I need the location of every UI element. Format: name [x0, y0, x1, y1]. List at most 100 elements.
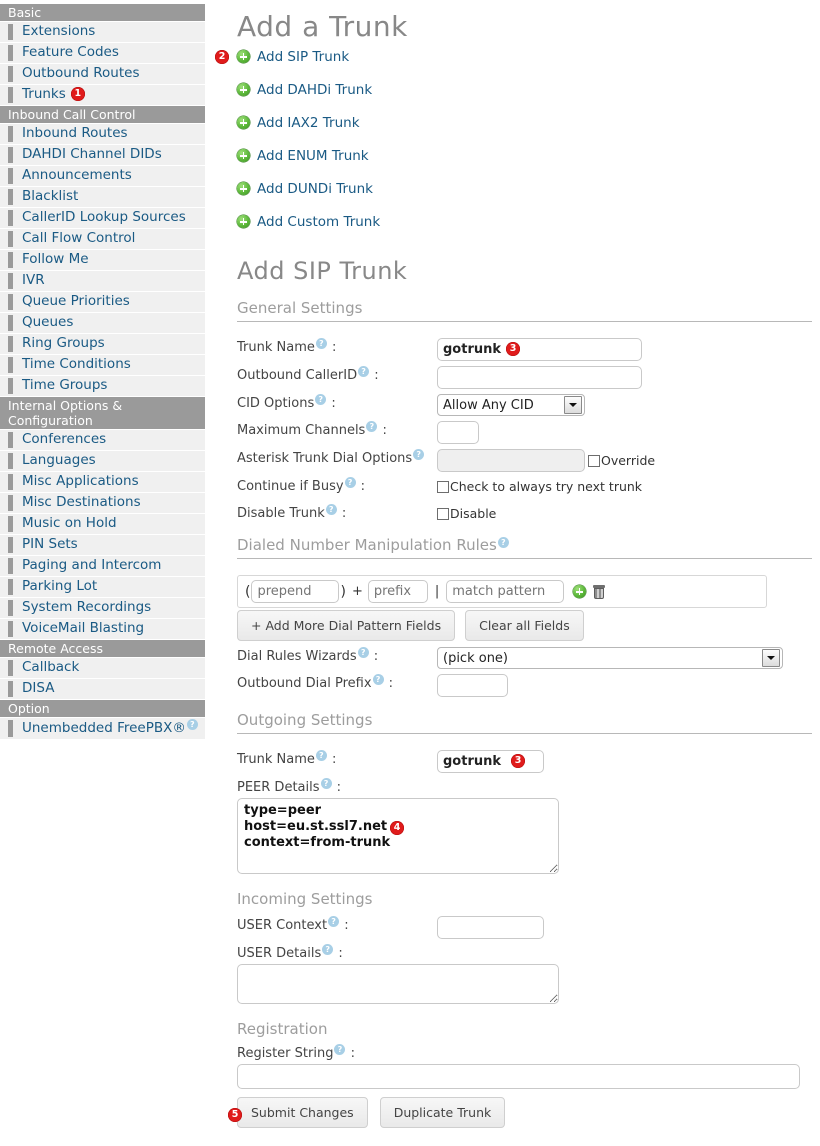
outbound-dial-prefix-label: Outbound Dial Prefix? : — [237, 674, 394, 691]
clear-all-fields-button[interactable]: Clear all Fields — [465, 610, 584, 641]
help-icon[interactable]: ? — [315, 750, 327, 761]
sidebar-item-trunks[interactable]: Trunks 1 — [0, 85, 205, 106]
help-icon[interactable]: ? — [344, 477, 356, 488]
help-icon[interactable]: ? — [186, 719, 198, 730]
help-icon[interactable]: ? — [328, 916, 340, 927]
peer-details-block: PEER Details? : 4 — [237, 778, 812, 878]
sidebar-item-time-conditions[interactable]: Time Conditions — [0, 355, 205, 376]
sidebar-item-follow-me[interactable]: Follow Me — [0, 250, 205, 271]
sidebar-item-languages[interactable]: Languages — [0, 451, 205, 472]
add-custom-trunk-link[interactable]: Add Custom Trunk — [257, 214, 380, 230]
plus-circle-icon[interactable] — [237, 215, 250, 228]
disable-checkbox-label: Disable — [450, 506, 497, 521]
sidebar-item-voicemail-blasting[interactable]: VoiceMail Blasting — [0, 619, 205, 640]
sidebar-item-ring-groups[interactable]: Ring Groups — [0, 334, 205, 355]
sidebar-item-conferences[interactable]: Conferences — [0, 430, 205, 451]
sidebar-item-label: PIN Sets — [22, 536, 78, 552]
help-icon[interactable]: ? — [334, 1044, 346, 1055]
register-string-input[interactable] — [237, 1064, 800, 1089]
add-row-icon[interactable] — [573, 585, 587, 598]
sidebar-item-time-groups[interactable]: Time Groups — [0, 376, 205, 397]
help-icon[interactable]: ? — [372, 674, 384, 685]
plus-circle-icon[interactable] — [237, 182, 250, 195]
cid-options-select[interactable]: Allow Any CID — [437, 394, 585, 416]
plus-circle-icon[interactable] — [237, 50, 250, 63]
action-buttons: 5 Submit Changes Duplicate Trunk — [228, 1097, 812, 1128]
match-pattern-input[interactable] — [446, 580, 565, 603]
sidebar-item-misc-destinations[interactable]: Misc Destinations — [0, 493, 205, 514]
help-icon[interactable]: ? — [366, 421, 378, 432]
help-icon[interactable]: ? — [413, 449, 425, 460]
sidebar-item-music-on-hold[interactable]: Music on Hold — [0, 514, 205, 535]
sidebar-item-callerid-lookup-sources[interactable]: CallerID Lookup Sources — [0, 208, 205, 229]
chevron-down-icon[interactable] — [762, 649, 780, 667]
plus-circle-icon[interactable] — [237, 149, 250, 162]
user-context-input[interactable] — [437, 916, 544, 939]
sidebar-item-feature-codes[interactable]: Feature Codes — [0, 43, 205, 64]
add-dundi-trunk-row: Add DUNDi Trunk — [237, 179, 812, 200]
open-paren: ( — [245, 583, 251, 600]
sidebar-item-outbound-routes[interactable]: Outbound Routes — [0, 64, 205, 85]
submit-changes-button[interactable]: Submit Changes — [237, 1097, 368, 1128]
dial-rules-wizards-select[interactable]: (pick one) — [437, 647, 783, 669]
add-enum-trunk-link[interactable]: Add ENUM Trunk — [257, 148, 369, 164]
sidebar-item-disa[interactable]: DISA — [0, 679, 205, 700]
help-icon[interactable]: ? — [320, 778, 332, 789]
duplicate-trunk-button[interactable]: Duplicate Trunk — [379, 1097, 506, 1128]
prefix-input[interactable] — [367, 580, 428, 603]
sidebar-item-label: CallerID Lookup Sources — [22, 209, 186, 225]
sidebar-item-paging-and-intercom[interactable]: Paging and Intercom — [0, 556, 205, 577]
peer-details-textarea[interactable] — [237, 798, 559, 874]
chevron-down-icon[interactable] — [564, 396, 582, 414]
help-icon[interactable]: ? — [322, 944, 334, 955]
plus-circle-icon[interactable] — [237, 116, 250, 129]
sidebar-item-inbound-routes[interactable]: Inbound Routes — [0, 124, 205, 145]
sidebar-item-blacklist[interactable]: Blacklist — [0, 187, 205, 208]
sidebar-item-parking-lot[interactable]: Parking Lot — [0, 577, 205, 598]
maximum-channels-input[interactable] — [437, 421, 479, 444]
sidebar-item-ivr[interactable]: IVR — [0, 271, 205, 292]
label-text: Asterisk Trunk Dial Options — [237, 451, 413, 466]
label-text: Outbound Dial Prefix — [237, 676, 372, 691]
sidebar-item-dahdi-channel-dids[interactable]: DAHDI Channel DIDs — [0, 145, 205, 166]
help-icon[interactable]: ? — [325, 504, 337, 515]
add-sip-trunk-link[interactable]: Add SIP Trunk — [257, 49, 349, 65]
sidebar-item-pin-sets[interactable]: PIN Sets — [0, 535, 205, 556]
continue-if-busy-checkbox[interactable] — [437, 481, 449, 493]
help-icon[interactable]: ? — [315, 394, 327, 405]
sidebar-item-announcements[interactable]: Announcements — [0, 166, 205, 187]
add-dial-pattern-fields-button[interactable]: + Add More Dial Pattern Fields — [237, 610, 456, 641]
sidebar-item-queues[interactable]: Queues — [0, 313, 205, 334]
disable-trunk-checkbox[interactable] — [437, 508, 449, 520]
sidebar-item-callback[interactable]: Callback — [0, 658, 205, 679]
add-dundi-trunk-link[interactable]: Add DUNDi Trunk — [257, 181, 373, 197]
add-dahdi-trunk-link[interactable]: Add DAHDi Trunk — [257, 82, 372, 98]
help-icon[interactable]: ? — [497, 537, 509, 548]
trash-icon[interactable] — [593, 584, 606, 599]
sidebar-item-extensions[interactable]: Extensions — [0, 22, 205, 43]
add-iax2-trunk-row: Add IAX2 Trunk — [237, 113, 812, 134]
user-details-textarea[interactable] — [237, 964, 559, 1004]
sidebar-item-unembedded-freepbx[interactable]: Unembedded FreePBX®? — [0, 718, 205, 740]
plus-circle-icon[interactable] — [237, 83, 250, 96]
outbound-callerid-input[interactable] — [437, 366, 642, 389]
sidebar-item-system-recordings[interactable]: System Recordings — [0, 598, 205, 619]
help-icon[interactable]: ? — [315, 338, 327, 349]
add-sip-trunk-row: 2 Add SIP Trunk — [215, 47, 812, 68]
prepend-input[interactable] — [251, 580, 340, 603]
help-icon[interactable]: ? — [358, 366, 370, 377]
sidebar-item-label: Ring Groups — [22, 335, 105, 351]
add-iax2-trunk-link[interactable]: Add IAX2 Trunk — [257, 115, 360, 131]
sidebar-item-call-flow-control[interactable]: Call Flow Control — [0, 229, 205, 250]
outbound-dial-prefix-input[interactable] — [437, 674, 508, 697]
sidebar-item-label: Follow Me — [22, 251, 89, 267]
asterisk-dial-options-input[interactable] — [437, 449, 585, 472]
help-icon[interactable]: ? — [357, 647, 369, 658]
dial-pattern-row: ( ) + | — [237, 575, 767, 608]
outgoing-trunk-name-input[interactable] — [437, 750, 544, 773]
sidebar-item-misc-applications[interactable]: Misc Applications — [0, 472, 205, 493]
sidebar-group-header: Inbound Call Control — [0, 106, 205, 124]
trunk-name-input[interactable] — [437, 338, 642, 361]
sidebar-item-queue-priorities[interactable]: Queue Priorities — [0, 292, 205, 313]
override-checkbox[interactable] — [588, 454, 600, 467]
